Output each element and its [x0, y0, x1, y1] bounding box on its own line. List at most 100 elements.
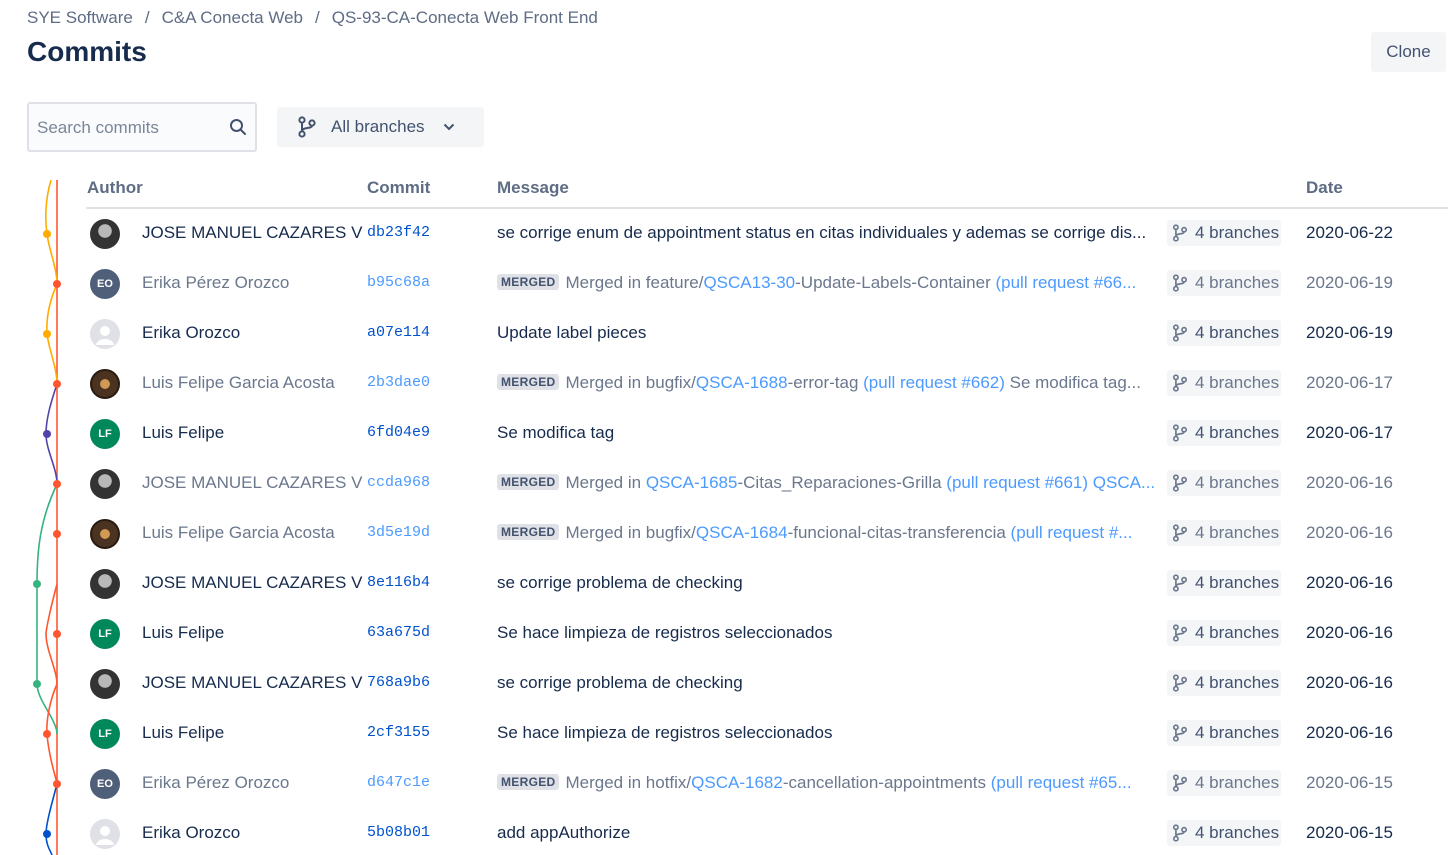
avatar[interactable] — [90, 469, 120, 499]
branch-icon — [1172, 724, 1188, 742]
branches-badge[interactable]: 4 branches — [1167, 470, 1281, 496]
avatar[interactable] — [90, 669, 120, 699]
message-text: Merged in bugfix/ — [565, 373, 696, 392]
avatar[interactable] — [90, 569, 120, 599]
branches-badge[interactable]: 4 branches — [1167, 720, 1281, 746]
commit-hash-link[interactable]: 768a9b6 — [367, 674, 430, 691]
commit-row[interactable]: LF Luis Felipe 2cf3155 Se hace limpieza de … — [86, 709, 1448, 759]
message-link[interactable]: QSCA... — [1093, 473, 1155, 492]
commit-hash-link[interactable]: 5b08b01 — [367, 824, 430, 841]
branches-badge[interactable]: 4 branches — [1167, 620, 1281, 646]
avatar[interactable] — [90, 519, 120, 549]
message-text: -funcional-citas-transferencia — [787, 523, 1011, 542]
branches-badge[interactable]: 4 branches — [1167, 370, 1281, 396]
branches-badge[interactable]: 4 branches — [1167, 270, 1281, 296]
branches-badge[interactable]: 4 branches — [1167, 770, 1281, 796]
commit-row[interactable]: Erika Orozco 5b08b01 add appAuthorize 4 bra… — [86, 809, 1448, 855]
message-link[interactable]: (pull request #661) — [946, 473, 1088, 492]
message-text: Merged in bugfix/ — [565, 523, 696, 542]
commit-hash-link[interactable]: 2cf3155 — [367, 724, 430, 741]
commit-hash-link[interactable]: 2b3dae0 — [367, 374, 430, 391]
branch-icon — [1172, 674, 1188, 692]
commit-row[interactable]: JOSE MANUEL CAZARES V 8e116b4 se corrige p… — [86, 559, 1448, 609]
branches-badge[interactable]: 4 branches — [1167, 820, 1281, 846]
commit-hash-link[interactable]: 3d5e19d — [367, 524, 430, 541]
avatar[interactable] — [90, 369, 120, 399]
branches-badge[interactable]: 4 branches — [1167, 320, 1281, 346]
commit-message[interactable]: se corrige enum de appointment status en… — [497, 223, 1165, 243]
avatar[interactable] — [90, 219, 120, 249]
branch-icon — [298, 116, 316, 138]
avatar[interactable]: EO — [90, 269, 120, 299]
commit-hash-link[interactable]: b95c68a — [367, 274, 430, 291]
commit-hash-link[interactable]: 63a675d — [367, 624, 430, 641]
message-link[interactable]: QSCA13-30 — [703, 273, 795, 292]
commit-row[interactable]: Luis Felipe Garcia Acosta 2b3dae0 MERGED Me… — [86, 359, 1448, 409]
message-link[interactable]: QSCA-1682 — [691, 773, 783, 792]
avatar[interactable]: LF — [90, 719, 120, 749]
commit-message[interactable]: Update label pieces — [497, 323, 1165, 343]
avatar[interactable]: LF — [90, 619, 120, 649]
message-link[interactable]: QSCA-1684 — [696, 523, 788, 542]
message-link[interactable]: QSCA-1685 — [646, 473, 738, 492]
commit-row[interactable]: JOSE MANUEL CAZARES Vccda968 MERGED Merged… — [86, 459, 1448, 509]
commit-hash-link[interactable]: 8e116b4 — [367, 574, 430, 591]
message-link[interactable]: (pull request #... — [1011, 523, 1133, 542]
message-link[interactable]: (pull request #662) — [863, 373, 1005, 392]
branches-count: 4 branches — [1195, 373, 1280, 392]
branches-badge[interactable]: 4 branches — [1167, 520, 1281, 546]
commit-row[interactable]: JOSE MANUEL CAZARES V 768a9b6 se corrige p… — [86, 659, 1448, 709]
search-input[interactable] — [37, 116, 217, 140]
commit-row[interactable]: LF Luis Felipe 6fd04e9 Se modifica tag 4 bra… — [86, 409, 1448, 459]
commit-row[interactable]: EO Erika Pérez Orozco b95c68a MERGED Merged … — [86, 259, 1448, 309]
commit-message[interactable]: Se hace limpieza de registros selecciona… — [497, 723, 1165, 743]
commit-row[interactable]: EO Erika Pérez Orozco d647c1e MERGED Merged … — [86, 759, 1448, 809]
commit-date: 2020-06-22 — [1306, 223, 1393, 242]
commit-message[interactable]: Se hace limpieza de registros selecciona… — [497, 623, 1165, 643]
commit-row[interactable]: Luis Felipe Garcia Acosta 3d5e19d MERGED Me… — [86, 509, 1448, 559]
branch-icon — [1172, 824, 1188, 842]
branches-badge[interactable]: 4 branches — [1167, 570, 1281, 596]
branches-badge[interactable]: 4 branches — [1167, 220, 1281, 246]
commit-message[interactable]: MERGED Merged in QSCA-1685-Citas_Reparaci… — [497, 473, 1165, 493]
commit-message[interactable]: add appAuthorize — [497, 823, 1165, 843]
commit-message[interactable]: MERGED Merged in bugfix/QSCA-1688-error-t… — [497, 373, 1165, 393]
avatar[interactable]: LF — [90, 419, 120, 449]
commit-date: 2020-06-16 — [1306, 623, 1393, 642]
avatar[interactable]: EO — [90, 769, 120, 799]
search-icon[interactable] — [229, 118, 247, 136]
branches-badge[interactable]: 4 branches — [1167, 670, 1281, 696]
breadcrumb-item-workspace[interactable]: SYE Software — [27, 8, 133, 27]
commit-date: 2020-06-16 — [1306, 673, 1393, 692]
commit-message[interactable]: se corrige problema de checking — [497, 673, 1165, 693]
branches-badge[interactable]: 4 branches — [1167, 420, 1281, 446]
commit-message[interactable]: MERGED Merged in bugfix/QSCA-1684-funcion… — [497, 523, 1165, 543]
commit-message[interactable]: Se modifica tag — [497, 423, 1165, 443]
clone-button[interactable]: Clone — [1371, 32, 1446, 72]
breadcrumb-separator: / — [144, 8, 150, 27]
breadcrumb-item-repository[interactable]: QS-93-CA-Conecta Web Front End — [332, 8, 598, 27]
graph-commit-dot — [53, 630, 61, 638]
commit-hash-link[interactable]: 6fd04e9 — [367, 424, 430, 441]
commit-message[interactable]: se corrige problema de checking — [497, 573, 1165, 593]
message-link[interactable]: (pull request #66... — [995, 273, 1136, 292]
commit-message[interactable]: MERGED Merged in feature/QSCA13-30-Update… — [497, 273, 1165, 293]
avatar[interactable] — [90, 319, 120, 349]
avatar[interactable] — [90, 819, 120, 849]
message-text: Se modifica tag... — [1004, 373, 1141, 392]
search-field[interactable] — [27, 102, 257, 152]
commit-row[interactable]: Erika Orozco a07e114 Update label pieces 4 … — [86, 309, 1448, 359]
message-link[interactable]: (pull request #65... — [991, 773, 1132, 792]
commit-row[interactable]: LF Luis Felipe 63a675d Se hace limpieza de … — [86, 609, 1448, 659]
commit-message[interactable]: MERGED Merged in hotfix/QSCA-1682-cancell… — [497, 773, 1165, 793]
commit-row[interactable]: JOSE MANUEL CAZARES Vdb23f42 se corrige e… — [86, 209, 1448, 259]
commit-hash-link[interactable]: a07e114 — [367, 324, 430, 341]
branch-filter-dropdown[interactable]: All branches — [277, 107, 484, 147]
commit-hash-link[interactable]: db23f42 — [367, 224, 430, 241]
commit-author: JOSE MANUEL CAZARES V — [142, 673, 363, 692]
message-link[interactable]: QSCA-1688 — [696, 373, 788, 392]
commit-hash-link[interactable]: d647c1e — [367, 774, 430, 791]
breadcrumb-item-project[interactable]: C&A Conecta Web — [162, 8, 303, 27]
merged-badge: MERGED — [497, 774, 560, 790]
commit-hash-link[interactable]: ccda968 — [367, 474, 430, 491]
